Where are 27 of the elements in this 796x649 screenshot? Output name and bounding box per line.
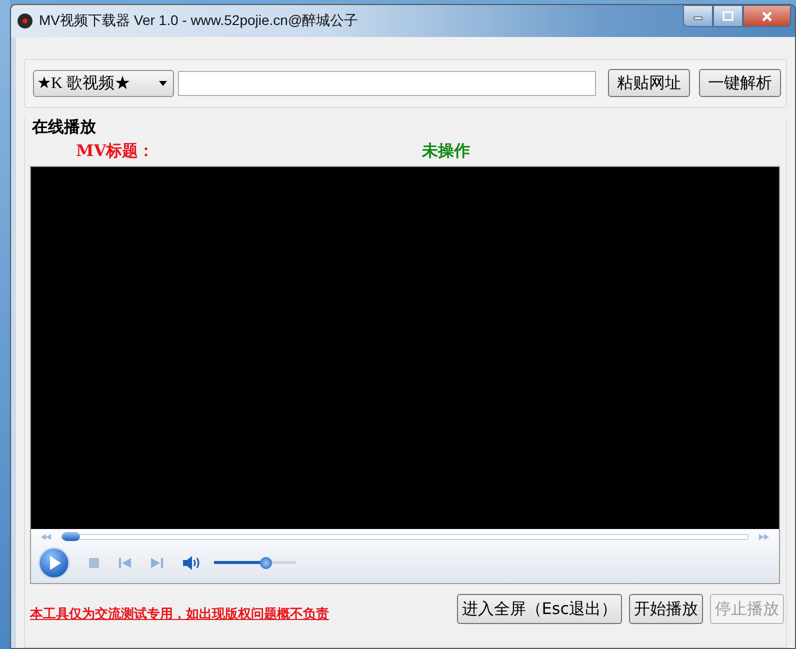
maximize-icon [722, 11, 734, 21]
source-dropdown[interactable]: ★K 歌视频★ [33, 70, 174, 96]
action-button[interactable]: 进入全屏（Esc退出） [456, 594, 622, 624]
previous-icon[interactable] [118, 557, 132, 569]
toolbar-button[interactable]: 粘贴网址 [608, 69, 690, 97]
url-field[interactable] [178, 70, 596, 96]
rewind-icon[interactable] [41, 534, 51, 540]
seek-track[interactable] [61, 534, 749, 540]
disclaimer-link[interactable]: 本工具仅为交流测试专用，如出现版权问题概不负责 [30, 605, 329, 623]
volume-icon[interactable] [182, 556, 202, 570]
play-icon[interactable] [38, 547, 70, 579]
volume-thumb[interactable] [260, 557, 272, 569]
action-button[interactable]: 开始播放 [629, 594, 703, 624]
status-label: 未操作 [422, 140, 470, 162]
fast-forward-icon[interactable] [759, 534, 769, 540]
close-button[interactable] [743, 5, 791, 27]
record-icon [17, 13, 33, 29]
next-icon[interactable] [150, 557, 164, 569]
group-title: 在线播放 [32, 118, 96, 136]
seek-thumb[interactable] [62, 532, 80, 541]
maximize-button[interactable] [713, 5, 743, 27]
mv-title-label: MV标题： [76, 140, 156, 162]
minimize-button[interactable] [683, 5, 713, 27]
close-icon [761, 10, 773, 22]
dropdown-arrow-icon [159, 80, 167, 86]
window-title: MV视频下载器 Ver 1.0 - www.52pojie.cn@醉城公子 [39, 12, 358, 30]
toolbar-button[interactable]: 一键解析 [699, 69, 781, 97]
